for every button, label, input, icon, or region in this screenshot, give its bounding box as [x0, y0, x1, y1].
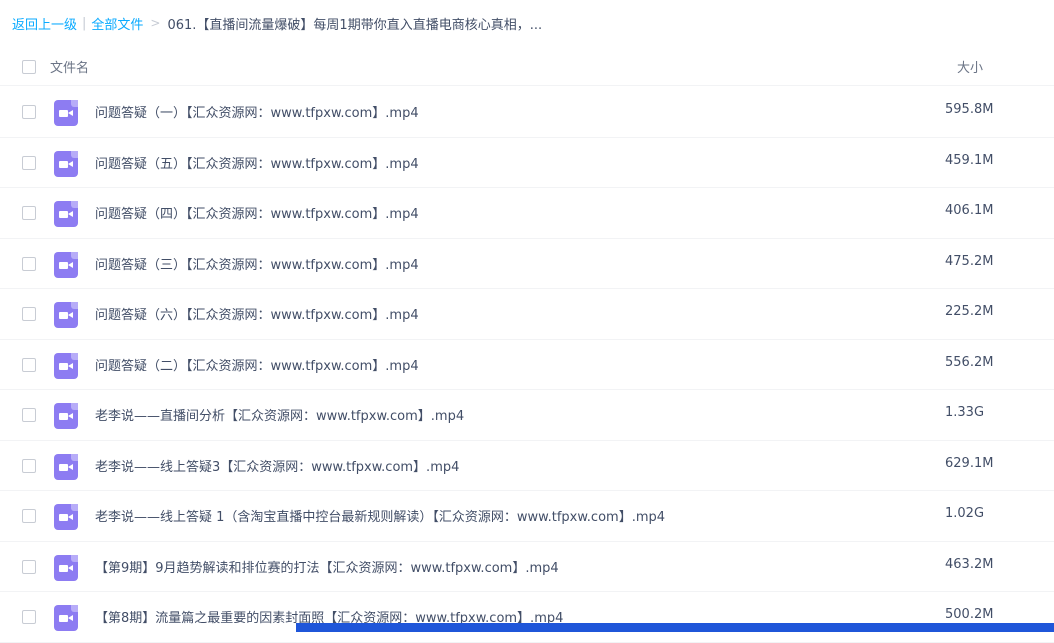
video-file-icon: [54, 403, 78, 429]
file-name[interactable]: 问题答疑（三）【汇众资源网：www.tfpxw.com】.mp4: [95, 254, 419, 273]
file-row[interactable]: 问题答疑（二）【汇众资源网：www.tfpxw.com】.mp4 556.2M: [0, 340, 1054, 390]
file-size: 406.1M: [945, 203, 994, 218]
file-checkbox[interactable]: [22, 408, 36, 422]
file-row[interactable]: 老李说——线上答疑3【汇众资源网：www.tfpxw.com】.mp4 629.1…: [0, 441, 1054, 491]
file-row[interactable]: 问题答疑（三）【汇众资源网：www.tfpxw.com】.mp4 475.2M: [0, 239, 1054, 289]
file-row[interactable]: 【第9期】9月趋势解读和排位赛的打法【汇众资源网：www.tfpxw.com】.…: [0, 542, 1054, 592]
file-size: 463.2M: [945, 556, 994, 572]
file-checkbox[interactable]: [22, 307, 36, 321]
video-file-icon: [54, 352, 78, 379]
video-file-icon: [54, 150, 78, 177]
file-row[interactable]: 问题答疑（五）【汇众资源网：www.tfpxw.com】.mp4 459.1M: [0, 138, 1054, 188]
file-size: 475.2M: [945, 253, 994, 269]
file-checkbox[interactable]: [22, 458, 36, 473]
file-name[interactable]: 问题答疑（五）【汇众资源网：www.tfpxw.com】.mp4: [95, 153, 419, 172]
file-name[interactable]: 问题答疑（六）【汇众资源网：www.tfpxw.com】.mp4: [95, 304, 419, 323]
file-size: 225.2M: [945, 304, 994, 319]
breadcrumb-arrow: >: [150, 16, 161, 30]
file-size: 500.2M: [945, 607, 994, 622]
select-all-checkbox[interactable]: [22, 60, 36, 74]
video-file-icon: [54, 100, 78, 126]
file-checkbox[interactable]: [22, 155, 36, 170]
file-checkbox[interactable]: [22, 206, 36, 220]
current-folder-name: 061.【直播间流量爆破】每周1期带你直入直播电商核心真相，...: [167, 17, 543, 33]
file-size: 459.1M: [945, 152, 994, 168]
breadcrumb: 返回上一级 | 全部文件 > 061.【直播间流量爆破】每周1期带你直入直播电商…: [12, 13, 542, 33]
video-file-icon: [54, 605, 78, 631]
file-name[interactable]: 问题答疑（一）【汇众资源网：www.tfpxw.com】.mp4: [95, 102, 419, 121]
file-name[interactable]: 老李说——直播间分析【汇众资源网：www.tfpxw.com】.mp4: [95, 405, 464, 424]
file-size: 629.1M: [945, 455, 994, 471]
file-list: 问题答疑（一）【汇众资源网：www.tfpxw.com】.mp4 595.8M 问题…: [0, 87, 1054, 643]
file-row[interactable]: 问题答疑（四）【汇众资源网：www.tfpxw.com】.mp4 406.1M: [0, 188, 1054, 239]
video-file-icon: [54, 554, 78, 581]
file-checkbox[interactable]: [22, 105, 36, 119]
file-checkbox[interactable]: [22, 256, 36, 271]
file-name[interactable]: 问题答疑（四）【汇众资源网：www.tfpxw.com】.mp4: [95, 203, 419, 222]
file-checkbox[interactable]: [22, 357, 36, 372]
file-size: 1.02G: [945, 506, 985, 521]
video-file-icon: [54, 302, 78, 328]
video-file-icon: [54, 251, 78, 278]
file-size: 595.8M: [945, 102, 994, 117]
file-size: 1.33G: [945, 405, 985, 420]
file-name[interactable]: 问题答疑（二）【汇众资源网：www.tfpxw.com】.mp4: [95, 355, 419, 374]
file-row[interactable]: 问题答疑（一）【汇众资源网：www.tfpxw.com】.mp4 595.8M: [0, 87, 1054, 138]
file-name[interactable]: 老李说——线上答疑 1（含淘宝直播中控台最新规则解读）【汇众资源网：www.tf…: [95, 506, 665, 525]
file-checkbox[interactable]: [22, 610, 36, 624]
video-file-icon: [54, 504, 78, 530]
file-name[interactable]: 【第9期】9月趋势解读和排位赛的打法【汇众资源网：www.tfpxw.com】.…: [95, 557, 559, 576]
column-header-size[interactable]: 大小: [957, 57, 983, 76]
column-header-name[interactable]: 文件名: [50, 57, 89, 76]
file-list-header: 文件名 大小: [0, 50, 1054, 86]
file-checkbox[interactable]: [22, 559, 36, 574]
file-size: 556.2M: [945, 354, 994, 370]
file-row[interactable]: 【第8期】流量篇之最重要的因素封面照【汇众资源网：www.tfpxw.com】.…: [0, 592, 1054, 643]
file-row[interactable]: 问题答疑（六）【汇众资源网：www.tfpxw.com】.mp4 225.2M: [0, 289, 1054, 340]
breadcrumb-separator: |: [82, 15, 87, 31]
video-file-icon: [54, 453, 78, 480]
file-row[interactable]: 老李说——直播间分析【汇众资源网：www.tfpxw.com】.mp4 1.33G: [0, 390, 1054, 441]
back-link[interactable]: 返回上一级: [12, 14, 77, 33]
bottom-bar: [296, 623, 1054, 632]
file-row[interactable]: 老李说——线上答疑 1（含淘宝直播中控台最新规则解读）【汇众资源网：www.tf…: [0, 491, 1054, 542]
all-files-link[interactable]: 全部文件: [91, 14, 143, 33]
file-checkbox[interactable]: [22, 509, 36, 523]
file-name[interactable]: 老李说——线上答疑3【汇众资源网：www.tfpxw.com】.mp4: [95, 456, 459, 475]
video-file-icon: [54, 201, 78, 227]
